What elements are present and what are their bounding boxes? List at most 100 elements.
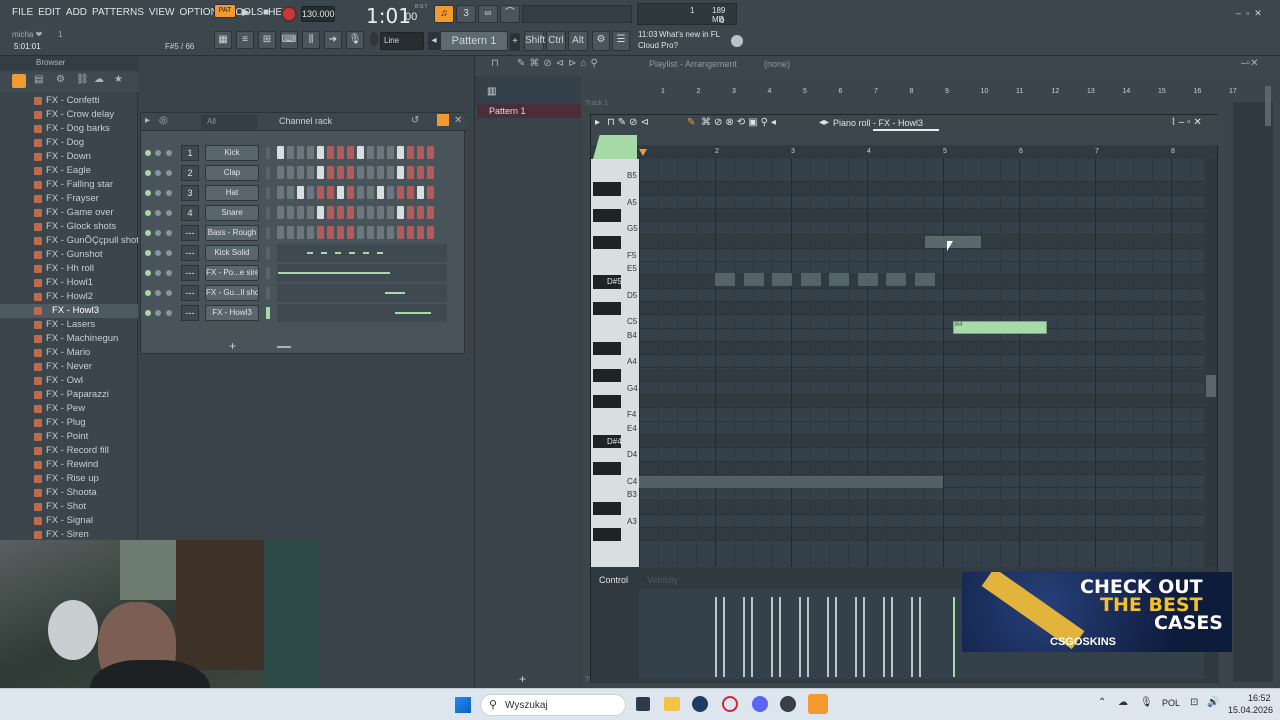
step-button[interactable] <box>277 206 284 219</box>
channel-select-led[interactable] <box>266 227 270 239</box>
step-button[interactable] <box>427 206 434 219</box>
step-button[interactable] <box>347 146 354 159</box>
channel-select-led[interactable] <box>266 267 270 279</box>
browser-item[interactable]: FX - Machinegun <box>0 332 138 346</box>
track-1-label[interactable]: Track 1 <box>585 100 617 110</box>
step-button[interactable] <box>307 166 314 179</box>
step-button[interactable] <box>277 186 284 199</box>
browser-item[interactable]: FX - Eagle <box>0 164 138 178</box>
channel-volume-knob[interactable] <box>166 230 172 236</box>
velocity-bar[interactable] <box>863 597 865 677</box>
menu-edit[interactable]: EDIT <box>38 7 61 18</box>
step-button[interactable] <box>317 226 324 239</box>
step-button[interactable] <box>397 226 404 239</box>
step-button[interactable] <box>307 186 314 199</box>
step-button[interactable] <box>337 186 344 199</box>
browser-cloud-icon[interactable]: ☁ <box>94 74 104 85</box>
step-button[interactable] <box>347 226 354 239</box>
piano-roll-window-controls[interactable]: ⌇ – ▫ ✕ <box>1171 117 1202 128</box>
language-indicator[interactable]: POL <box>1162 698 1180 708</box>
countdown-button[interactable]: 3 <box>456 5 476 23</box>
browser-item[interactable]: FX - Howl1 <box>0 276 138 290</box>
step-button[interactable] <box>377 206 384 219</box>
channel-volume-knob[interactable] <box>166 190 172 196</box>
pattern-selector[interactable]: Pattern 1 <box>440 31 508 51</box>
pencil-tool-icon[interactable]: ✎ <box>687 117 698 128</box>
step-button[interactable] <box>337 166 344 179</box>
channel-name-button[interactable]: Kick <box>205 145 259 161</box>
velocity-bar-active[interactable] <box>953 597 955 677</box>
playlist-scrollbar[interactable] <box>1265 86 1271 126</box>
step-button[interactable] <box>337 226 344 239</box>
channel-pan-knob[interactable] <box>155 170 161 176</box>
metronome-button[interactable]: ♫ <box>434 5 454 23</box>
step-button[interactable] <box>317 166 324 179</box>
step-button[interactable] <box>357 226 364 239</box>
tempo-display[interactable]: 130.000 <box>301 6 335 22</box>
channel-number[interactable]: --- <box>181 305 199 321</box>
channel-row[interactable]: --- FX - Howl3 <box>141 303 466 323</box>
channel-volume-knob[interactable] <box>166 150 172 156</box>
step-button[interactable] <box>297 166 304 179</box>
playlist-track-area[interactable] <box>1233 102 1273 682</box>
step-button[interactable] <box>347 206 354 219</box>
discord-icon[interactable] <box>752 696 768 712</box>
mixer-button[interactable]: ⫼ <box>302 31 320 49</box>
channel-select-led[interactable] <box>266 207 270 219</box>
channel-pan-knob[interactable] <box>155 250 161 256</box>
browser-settings-icon[interactable]: ⚙ <box>56 74 65 85</box>
browser-item[interactable]: FX - Point <box>0 430 138 444</box>
add-channel-button[interactable]: + <box>229 339 236 353</box>
step-button[interactable] <box>297 186 304 199</box>
step-button[interactable] <box>347 166 354 179</box>
browser-item[interactable]: FX - Confetti <box>0 94 138 108</box>
task-view-icon[interactable] <box>636 697 650 711</box>
piano-roll-vscroll-thumb[interactable] <box>1206 375 1216 397</box>
window-controls[interactable]: – ▫ ✕ <box>1236 8 1262 19</box>
channel-pan-knob[interactable] <box>155 150 161 156</box>
piano-roll-preview[interactable] <box>277 244 447 262</box>
play-button[interactable]: ▶ <box>238 5 254 23</box>
step-button[interactable] <box>297 226 304 239</box>
browser-item[interactable]: FX - Shoota <box>0 486 138 500</box>
channel-select-led[interactable] <box>266 187 270 199</box>
browser-item[interactable]: FX - Shot <box>0 500 138 514</box>
step-button[interactable] <box>287 206 294 219</box>
clock-time[interactable]: 16:52 <box>1248 693 1271 703</box>
piano-roll-overview[interactable] <box>591 133 1219 145</box>
channel-number[interactable]: 2 <box>181 165 199 181</box>
step-button[interactable] <box>327 146 334 159</box>
velocity-bar[interactable] <box>919 597 921 677</box>
file-explorer-icon[interactable] <box>664 697 680 711</box>
step-button[interactable] <box>377 186 384 199</box>
tray-app-icon[interactable]: ☁ <box>1118 697 1128 708</box>
browser-item[interactable]: FX - Rise up <box>0 472 138 486</box>
step-button[interactable] <box>387 146 394 159</box>
channel-number[interactable]: --- <box>181 225 199 241</box>
ctrl-button[interactable]: Ctrl <box>546 31 566 51</box>
rack-undo-icon[interactable]: ↺ <box>411 115 419 126</box>
step-button[interactable] <box>277 226 284 239</box>
channel-name-button[interactable]: Bass - Rough <box>205 225 259 241</box>
step-button[interactable] <box>307 226 314 239</box>
step-button[interactable] <box>407 226 414 239</box>
piano-roll-button[interactable]: ⌨ <box>280 31 298 49</box>
menu-add[interactable]: ADD <box>66 7 87 18</box>
step-button[interactable] <box>377 146 384 159</box>
rack-options-icon[interactable]: ▸ <box>145 115 150 126</box>
channel-filter[interactable]: All <box>201 115 257 129</box>
velocity-bar[interactable] <box>779 597 781 677</box>
snap-select[interactable]: Line <box>380 32 424 50</box>
step-button[interactable] <box>377 166 384 179</box>
channel-row[interactable]: --- FX - Po...e siren <box>141 263 466 283</box>
browser-item[interactable]: FX - Owl <box>0 374 138 388</box>
channel-number[interactable]: --- <box>181 265 199 281</box>
step-button[interactable] <box>367 206 374 219</box>
rack-scrollbar[interactable] <box>277 346 291 348</box>
pattern-prev-icon[interactable]: ◂ <box>428 32 440 50</box>
piano-roll-vscroll[interactable] <box>1205 159 1217 567</box>
alt-button[interactable]: Alt <box>568 31 588 51</box>
channel-volume-knob[interactable] <box>166 210 172 216</box>
channel-name-button[interactable]: Hat <box>205 185 259 201</box>
velocity-bar[interactable] <box>723 597 725 677</box>
